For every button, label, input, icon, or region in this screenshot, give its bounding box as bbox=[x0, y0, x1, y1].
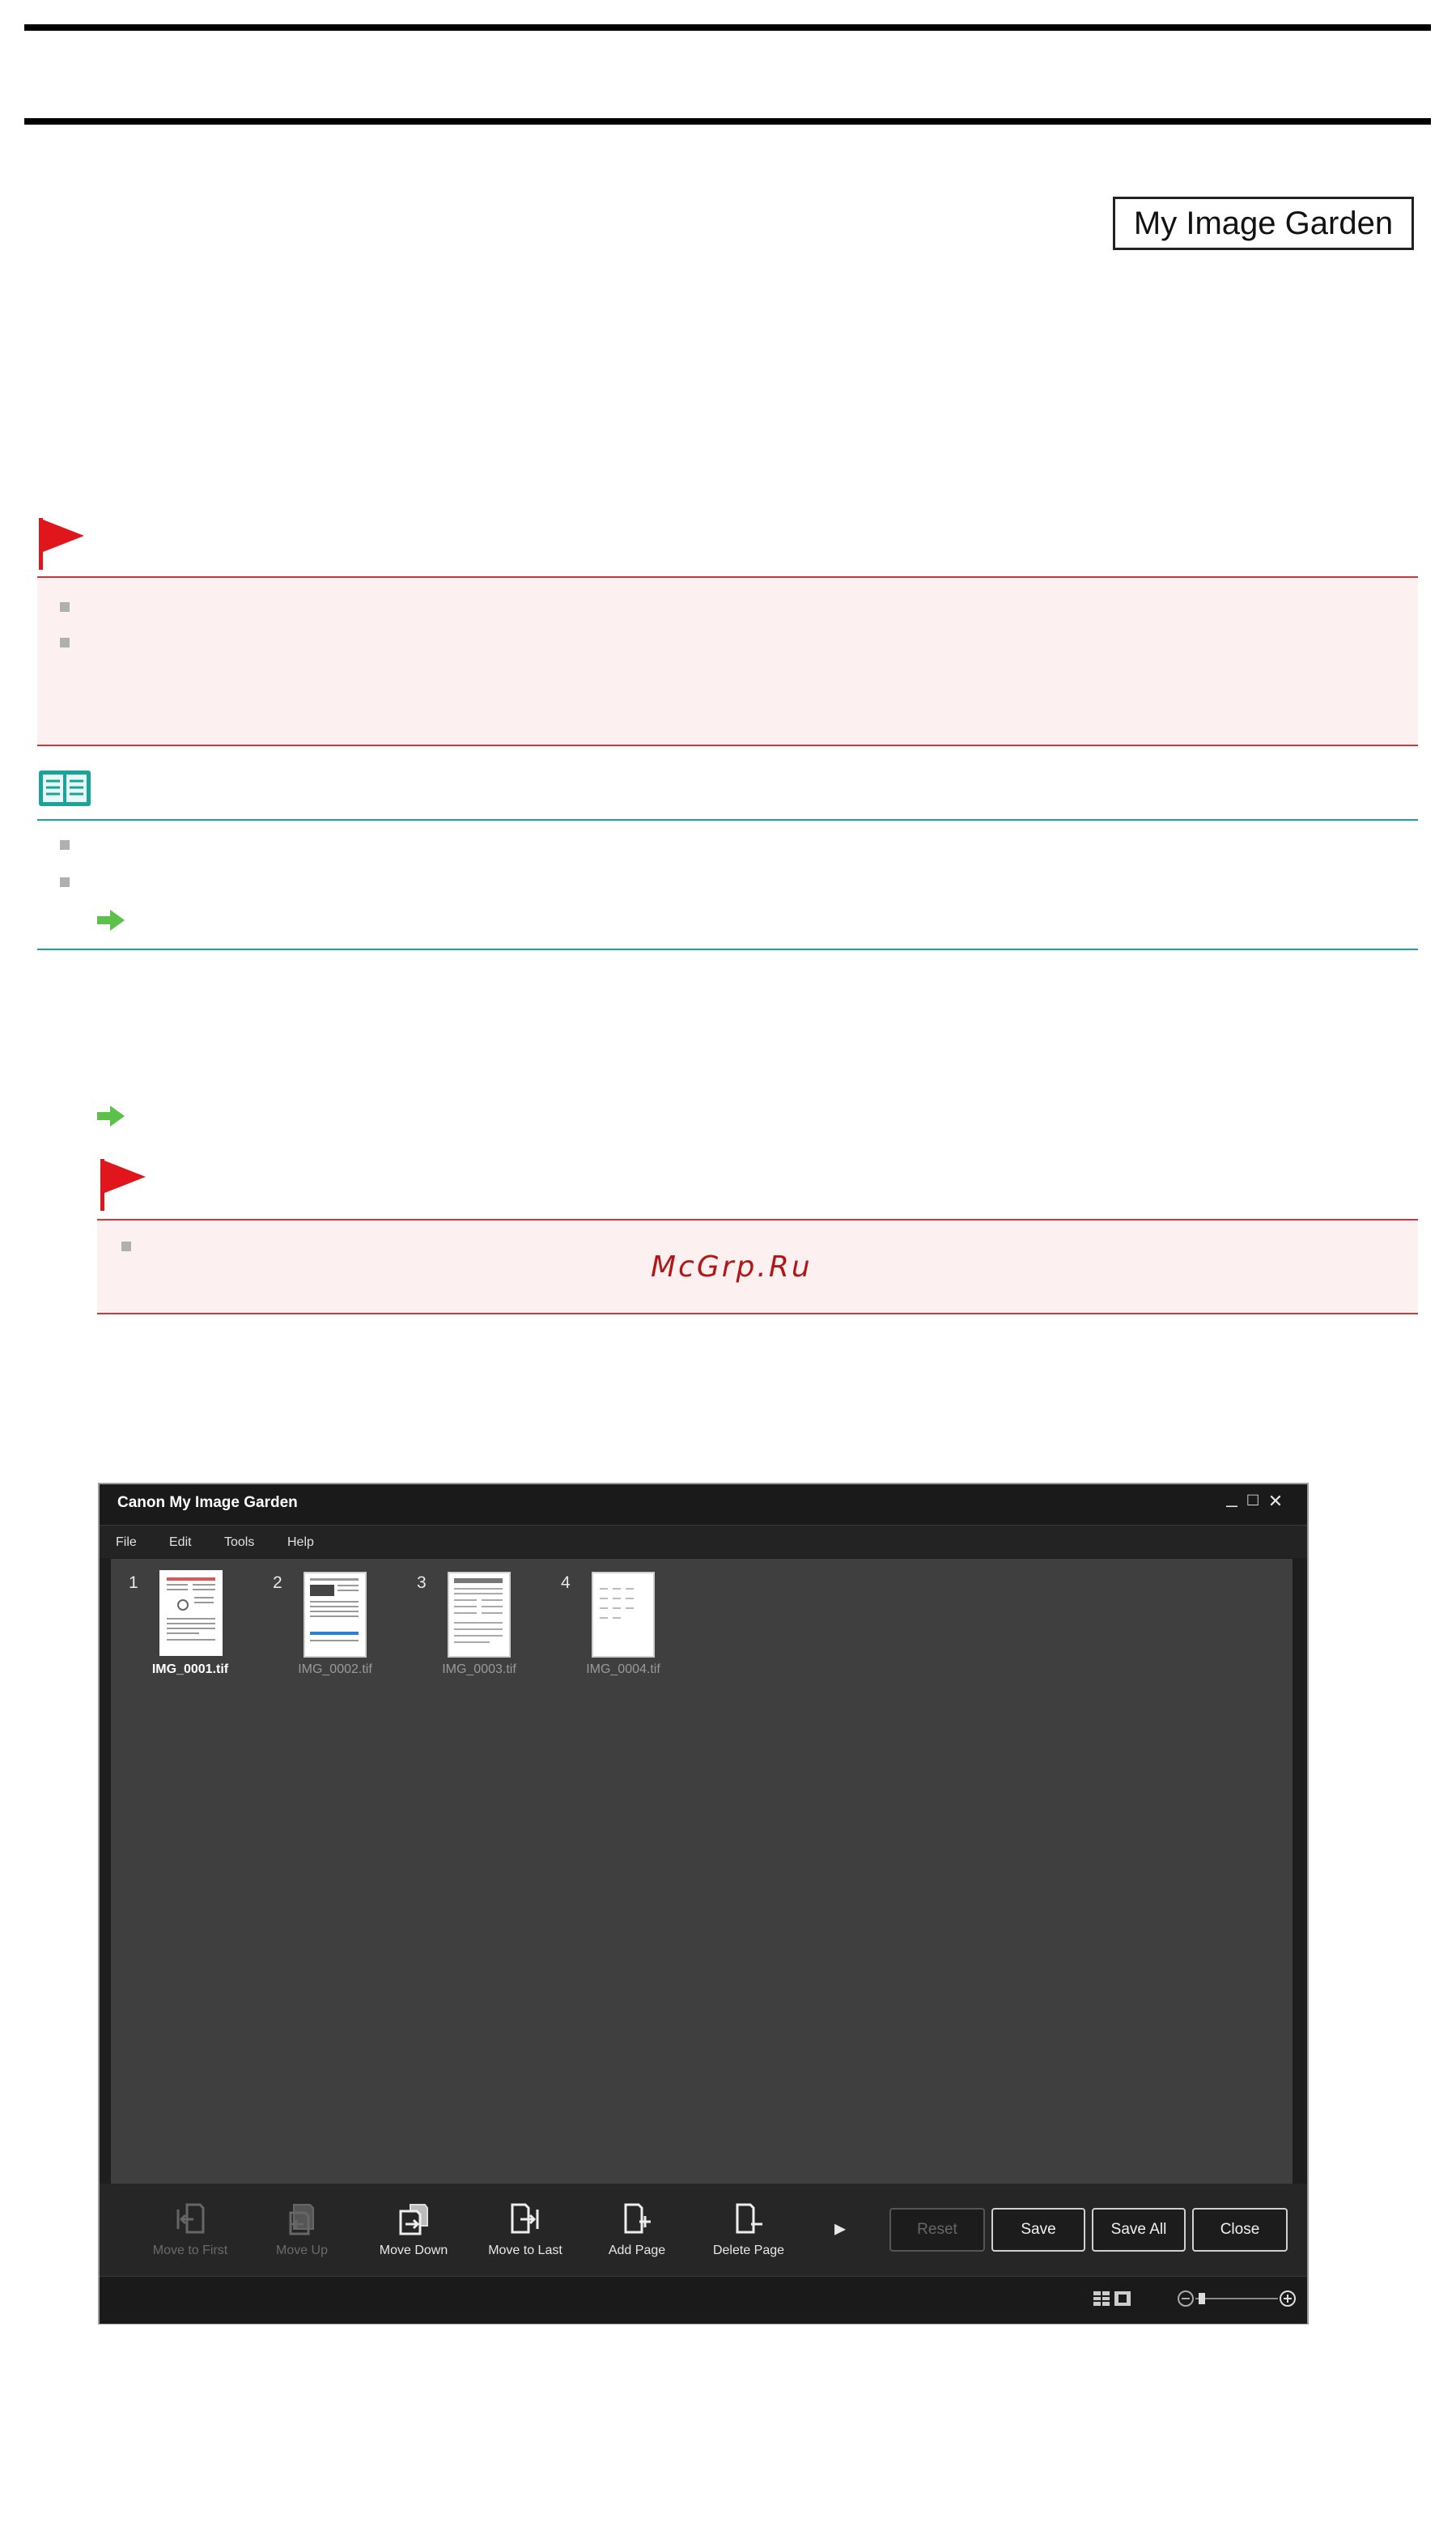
move-to-first-button[interactable]: Move to First bbox=[142, 2184, 239, 2273]
document-page-icon bbox=[310, 1578, 359, 1641]
move-to-first-icon bbox=[176, 2203, 205, 2234]
thumbnail-name: IMG_0002.tif bbox=[298, 1662, 372, 1676]
document-page-icon bbox=[167, 1577, 215, 1641]
menu-file[interactable]: File bbox=[116, 1535, 137, 1550]
close-button[interactable]: Close bbox=[1192, 2208, 1288, 2252]
bullet bbox=[60, 877, 70, 887]
tool-label: Move Up bbox=[275, 2244, 329, 2257]
important-flag-icon bbox=[100, 1159, 146, 1211]
save-button[interactable]: Save bbox=[991, 2208, 1085, 2252]
reset-button[interactable]: Reset bbox=[889, 2208, 985, 2252]
menu-tools[interactable]: Tools bbox=[224, 1535, 254, 1550]
tool-label: Add Page bbox=[608, 2244, 666, 2257]
thumbnail-name: IMG_0003.tif bbox=[442, 1662, 516, 1676]
title-bar: Canon My Image Garden _ □ ✕ bbox=[100, 1484, 1307, 1525]
link-arrow-icon[interactable] bbox=[97, 1106, 125, 1127]
view-mode-icon[interactable] bbox=[1092, 2288, 1134, 2309]
delete-page-button[interactable]: Delete Page bbox=[700, 2184, 797, 2273]
document-page-icon bbox=[454, 1578, 503, 1643]
add-page-button[interactable]: Add Page bbox=[588, 2184, 686, 2273]
top-rule bbox=[24, 24, 1431, 31]
move-to-last-icon bbox=[511, 2203, 539, 2234]
header-rule bbox=[24, 118, 1431, 125]
maximize-icon[interactable]: □ bbox=[1242, 1489, 1263, 1510]
thumbnail-number: 3 bbox=[417, 1573, 427, 1592]
thumbnail-name: IMG_0001.tif bbox=[151, 1662, 229, 1676]
document-page-icon bbox=[600, 1588, 634, 1619]
menu-help[interactable]: Help bbox=[287, 1535, 314, 1550]
thumbnail-number: 2 bbox=[273, 1573, 282, 1592]
save-all-button[interactable]: Save All bbox=[1092, 2208, 1186, 2252]
status-bar bbox=[100, 2276, 1307, 2324]
zoom-slider[interactable] bbox=[1176, 2285, 1297, 2312]
note-bottom-line bbox=[37, 949, 1418, 950]
bullet bbox=[121, 1242, 131, 1251]
thumbnail-image[interactable] bbox=[159, 1570, 223, 1656]
move-to-last-button[interactable]: Move to Last bbox=[477, 2184, 574, 2273]
thumbnail-name: IMG_0004.tif bbox=[586, 1662, 660, 1676]
thumbnail-number: 4 bbox=[561, 1573, 571, 1592]
close-icon[interactable]: ✕ bbox=[1265, 1491, 1286, 1512]
note-book-icon bbox=[39, 771, 91, 806]
minimize-icon[interactable]: _ bbox=[1221, 1486, 1242, 1509]
bullet bbox=[60, 840, 70, 850]
bullet bbox=[60, 638, 70, 647]
bullet bbox=[60, 602, 70, 612]
tool-label: Move to First bbox=[152, 2244, 228, 2257]
thumbnail-image[interactable] bbox=[448, 1572, 511, 1658]
tool-label: Move Down bbox=[379, 2244, 448, 2257]
tool-label: Move to Last bbox=[488, 2244, 562, 2257]
move-up-button[interactable]: Move Up bbox=[253, 2184, 350, 2273]
more-tools-arrow-icon[interactable]: ▸ bbox=[834, 2214, 846, 2241]
thumbnail-image[interactable] bbox=[592, 1572, 655, 1658]
app-badge: My Image Garden bbox=[1113, 197, 1414, 250]
thumbnail-image[interactable] bbox=[304, 1572, 367, 1658]
important-flag-icon bbox=[39, 518, 84, 570]
important-box bbox=[37, 576, 1418, 746]
app-window: Canon My Image Garden _ □ ✕ File Edit To… bbox=[98, 1483, 1309, 2324]
delete-page-icon bbox=[736, 2203, 762, 2234]
add-page-icon bbox=[624, 2203, 651, 2234]
thumbnail-number: 1 bbox=[129, 1573, 138, 1592]
watermark: McGrp.Ru bbox=[651, 1250, 813, 1284]
tool-label: Delete Page bbox=[712, 2244, 785, 2257]
move-down-button[interactable]: Move Down bbox=[365, 2184, 462, 2273]
note-top-line bbox=[37, 819, 1418, 821]
link-arrow-icon[interactable] bbox=[97, 910, 125, 931]
menu-edit[interactable]: Edit bbox=[169, 1535, 192, 1550]
move-up-icon bbox=[289, 2204, 314, 2235]
window-title: Canon My Image Garden bbox=[117, 1494, 298, 1511]
menu-bar: File Edit Tools Help bbox=[100, 1525, 1307, 1558]
move-down-icon bbox=[399, 2204, 428, 2235]
page-canvas[interactable]: 1 IMG_0001.tif 2 IMG_0002.tif 3 IMG_0003… bbox=[111, 1559, 1293, 2184]
tool-bar: Move to First Move Up Move Down Move to … bbox=[100, 2184, 1307, 2276]
